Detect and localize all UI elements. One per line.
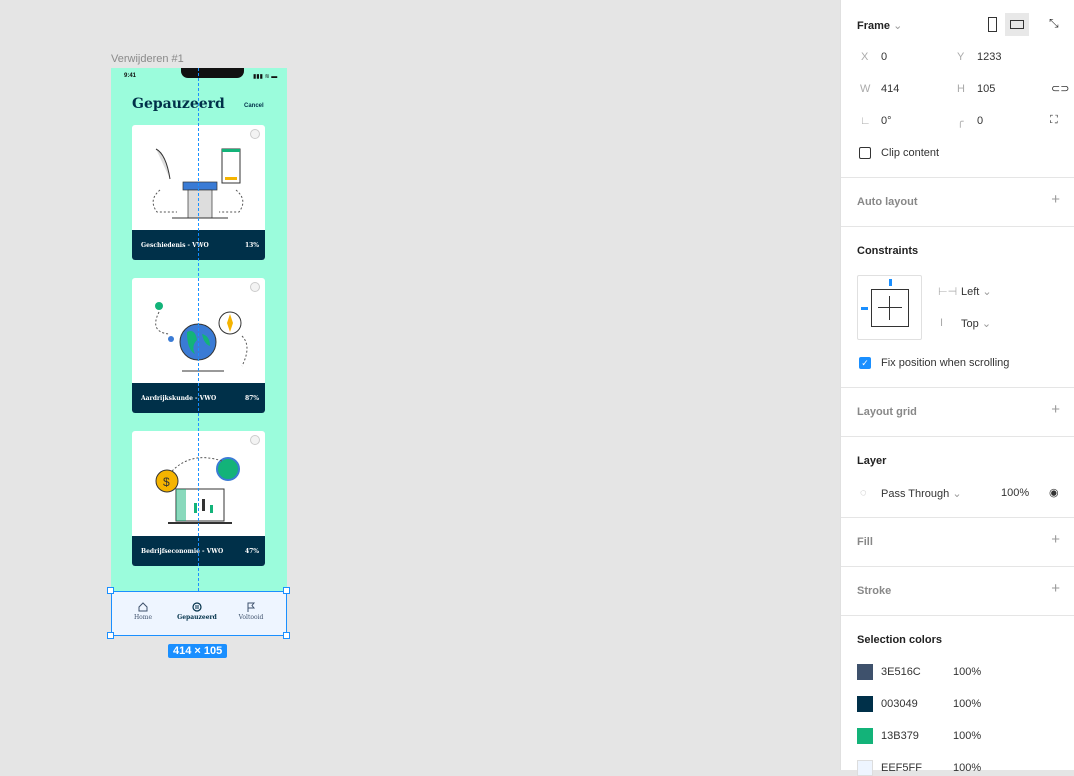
color-opacity[interactable]: 100%	[953, 698, 981, 710]
visibility-eye-icon[interactable]: ◉	[1049, 486, 1059, 499]
color-hex[interactable]: 13B379	[881, 730, 919, 742]
svg-text:$: $	[163, 475, 170, 489]
tab-voltooid[interactable]: Voltooid	[226, 602, 276, 621]
color-opacity[interactable]: 100%	[953, 730, 981, 742]
color-swatch[interactable]	[857, 664, 873, 680]
portrait-icon[interactable]	[988, 17, 997, 32]
color-swatch[interactable]	[857, 696, 873, 712]
pause-icon	[192, 602, 202, 612]
phone-frame[interactable]: 9:41 ▮▮▮ ≋ ▬ Gepauzeerd Cancel Geschiede…	[111, 68, 287, 636]
fix-position-checkbox[interactable]: ✓	[859, 357, 871, 369]
divider	[841, 387, 1074, 388]
independent-corners-icon[interactable]: ⛶	[1050, 114, 1058, 127]
fill-title: Fill	[857, 536, 873, 548]
select-radio[interactable]	[250, 129, 260, 139]
measure-guide	[198, 68, 199, 591]
tab-gepauzeerd[interactable]: Gepauzeerd	[172, 602, 222, 621]
frame-section-title[interactable]: Frame ⌄	[857, 19, 902, 32]
layer-opacity-input[interactable]: 100%	[1001, 487, 1029, 499]
frame-label[interactable]: Verwijderen #1	[111, 53, 184, 65]
course-progress: 47%	[244, 548, 259, 555]
constraints-title: Constraints	[857, 245, 919, 257]
flag-icon	[247, 602, 256, 612]
properties-panel: Frame ⌄ ⤡ X 0 Y 1233 W 414 H 105 ⊂⊃ ∟ 0°…	[840, 0, 1074, 776]
course-name: Aardrijkskunde - VWO	[141, 395, 217, 402]
stroke-title: Stroke	[857, 585, 892, 597]
landscape-icon	[1010, 20, 1024, 29]
h-input[interactable]: 105	[977, 83, 995, 95]
resize-handle[interactable]	[283, 632, 290, 639]
add-fill-icon[interactable]: +	[1051, 531, 1060, 548]
clip-content-checkbox[interactable]	[859, 147, 871, 159]
layer-title: Layer	[857, 455, 887, 467]
color-opacity[interactable]: 100%	[953, 666, 981, 678]
w-input[interactable]: 414	[881, 83, 899, 95]
auto-layout-title: Auto layout	[857, 196, 918, 208]
horizontal-constraint-icon: ⊢⊣	[938, 286, 958, 298]
resize-handle[interactable]	[283, 587, 290, 594]
select-radio[interactable]	[250, 282, 260, 292]
course-name: Bedrijfseconomie - VWO	[141, 548, 224, 555]
phone-notch	[181, 68, 244, 78]
cancel-button[interactable]: Cancel	[244, 103, 264, 109]
color-swatch[interactable]	[857, 760, 873, 776]
y-label: Y	[957, 51, 965, 63]
blend-mode-select[interactable]: Pass Through ⌄	[881, 487, 962, 500]
radius-input[interactable]: 0	[977, 115, 983, 127]
tab-label: Home	[133, 614, 153, 621]
corner-radius-icon: ╭	[957, 116, 964, 128]
select-radio[interactable]	[250, 435, 260, 445]
tab-label: Voltooid	[238, 614, 264, 621]
resize-to-fit-icon[interactable]: ⤡	[1049, 16, 1059, 31]
selection-colors-title: Selection colors	[857, 634, 942, 646]
constraints-widget[interactable]	[857, 275, 922, 340]
divider	[841, 436, 1074, 437]
y-input[interactable]: 1233	[977, 51, 1001, 63]
status-icons: ▮▮▮ ≋ ▬	[253, 74, 278, 80]
blend-mode-icon: ◌	[860, 487, 867, 499]
color-hex[interactable]: 3E516C	[881, 666, 921, 678]
fix-position-label: Fix position when scrolling	[881, 357, 1010, 369]
divider	[841, 226, 1074, 227]
add-auto-layout-icon[interactable]: +	[1051, 191, 1060, 208]
vertical-constraint-icon: I	[940, 317, 944, 329]
x-label: X	[861, 51, 869, 63]
divider	[841, 566, 1074, 567]
color-opacity[interactable]: 100%	[953, 762, 981, 774]
layout-grid-title: Layout grid	[857, 406, 917, 418]
divider	[841, 517, 1074, 518]
horizontal-constraint-select[interactable]: Left ⌄	[961, 285, 992, 298]
h-label: H	[957, 83, 965, 95]
status-time: 9:41	[124, 73, 137, 79]
tab-label: Gepauzeerd	[177, 614, 217, 621]
add-layout-grid-icon[interactable]: +	[1051, 401, 1060, 418]
divider	[841, 177, 1074, 178]
divider	[841, 615, 1074, 616]
tab-home[interactable]: Home	[118, 602, 168, 621]
page-title: Gepauzeerd	[132, 96, 225, 112]
course-progress: 13%	[244, 242, 259, 249]
color-hex[interactable]: 003049	[881, 698, 918, 710]
rotation-input[interactable]: 0°	[881, 115, 892, 127]
color-swatch[interactable]	[857, 728, 873, 744]
color-hex[interactable]: EEF5FF	[881, 762, 922, 774]
selection-size-badge: 414 × 105	[168, 644, 228, 658]
rotation-icon: ∟	[860, 115, 871, 127]
constrain-proportions-icon[interactable]: ⊂⊃	[1051, 82, 1069, 95]
course-progress: 87%	[244, 395, 259, 402]
vertical-constraint-select[interactable]: Top ⌄	[961, 317, 991, 330]
add-stroke-icon[interactable]: +	[1051, 580, 1060, 597]
home-icon	[138, 602, 148, 612]
resize-handle[interactable]	[107, 632, 114, 639]
tab-bar[interactable]: Home Gepauzeerd Voltooid	[111, 591, 287, 636]
landscape-button[interactable]	[1005, 13, 1029, 36]
w-label: W	[860, 83, 871, 95]
x-input[interactable]: 0	[881, 51, 887, 63]
resize-handle[interactable]	[107, 587, 114, 594]
clip-content-label: Clip content	[881, 147, 940, 159]
